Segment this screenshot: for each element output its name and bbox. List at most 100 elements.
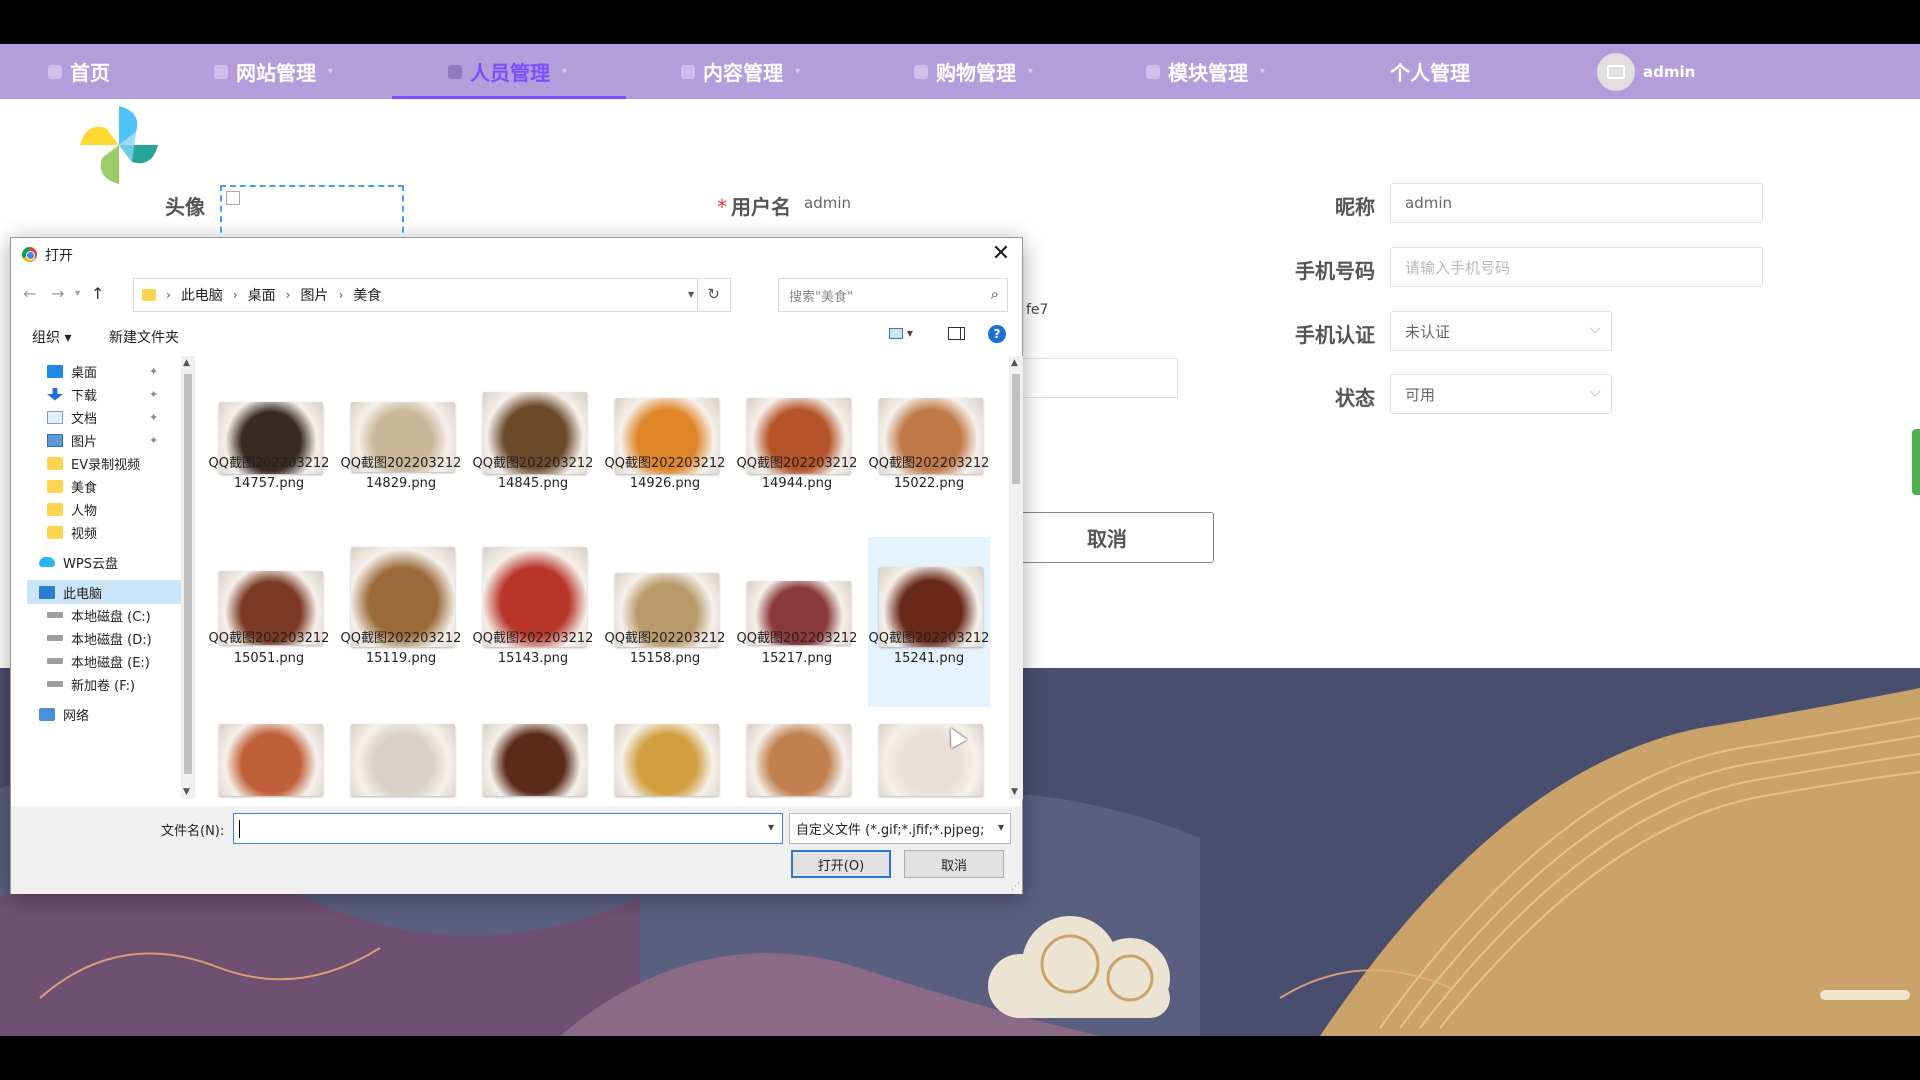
address-bar[interactable]: › 此电脑 › 桌面 › 图片 › 美食 ▾ ↻ xyxy=(133,278,731,312)
breadcrumb-item[interactable]: 图片 xyxy=(300,285,328,305)
tree-item[interactable]: 本地磁盘 (E:) xyxy=(47,649,150,673)
nickname-input[interactable]: admin xyxy=(1390,183,1763,223)
file-item[interactable]: QQ截图20220321215022.png xyxy=(868,362,990,532)
breadcrumb-item[interactable]: 美食 xyxy=(353,285,381,305)
organize-button[interactable]: 组织 ▾ xyxy=(32,327,71,347)
tree-item[interactable]: 本地磁盘 (C:) xyxy=(47,603,151,627)
file-item[interactable] xyxy=(472,712,594,799)
image-thumbnail xyxy=(615,724,719,796)
file-item[interactable] xyxy=(208,712,330,799)
file-list-scrollbar[interactable]: ▲ ▼ xyxy=(1009,356,1023,799)
close-icon[interactable]: ✕ xyxy=(986,239,1016,267)
file-item[interactable]: QQ截图20220321215143.png xyxy=(472,537,594,707)
breadcrumb-item[interactable]: 桌面 xyxy=(248,285,276,305)
preview-pane-icon[interactable] xyxy=(948,327,965,340)
open-button[interactable]: 打开(O) xyxy=(791,850,891,878)
scroll-down-icon[interactable]: ▼ xyxy=(183,787,190,797)
tree-item[interactable]: 图片 ✦ xyxy=(47,428,158,452)
file-item[interactable]: QQ截图20220321214829.png xyxy=(340,362,462,532)
tree-item[interactable]: WPS云盘 xyxy=(39,550,118,574)
navigation-scrollbar[interactable]: ▲ ▼ xyxy=(181,356,195,799)
nav-item-people[interactable]: 人员管理 ▾ xyxy=(448,44,567,99)
pin-icon: ✦ xyxy=(149,410,159,424)
nav-active-indicator xyxy=(392,96,626,99)
search-input[interactable]: 搜索"美食" ⌕ xyxy=(778,278,1008,312)
disk-icon xyxy=(47,681,63,687)
file-item[interactable]: QQ截图20220321215217.png xyxy=(736,537,858,707)
dialog-titlebar[interactable]: 打开 ✕ xyxy=(11,238,1022,270)
tree-item[interactable]: EV录制视频 xyxy=(47,451,140,475)
file-item[interactable]: QQ截图20220321215051.png xyxy=(208,537,330,707)
broken-image-icon xyxy=(226,191,240,205)
file-item[interactable]: QQ截图20220321214926.png xyxy=(604,362,726,532)
nav-item-site[interactable]: 网站管理 ▾ xyxy=(214,44,333,99)
breadcrumb-item[interactable]: 此电脑 xyxy=(181,285,223,305)
file-item[interactable]: QQ截图20220321214944.png xyxy=(736,362,858,532)
nav-item-home[interactable]: 首页 xyxy=(48,44,110,99)
scroll-up-icon[interactable]: ▲ xyxy=(183,358,190,368)
cancel-button[interactable]: 取消 xyxy=(1000,512,1214,563)
file-type-select[interactable]: 自定义文件 (*.gif;*.jfif;*.pjpeg; ▾ xyxy=(789,813,1011,844)
nav-item-personal[interactable]: 个人管理 xyxy=(1390,44,1470,99)
nav-item-module[interactable]: 模块管理 ▾ xyxy=(1146,44,1265,99)
file-list: QQ截图20220321214757.png QQ截图20220321214829… xyxy=(199,356,1019,799)
file-item[interactable] xyxy=(604,712,726,799)
tree-item-label: 下载 xyxy=(71,388,98,404)
filename-label: 文件名(N): xyxy=(161,824,225,839)
tree-item[interactable]: 网络 xyxy=(39,702,89,726)
scrollbar-thumb[interactable] xyxy=(184,374,192,774)
file-item[interactable]: QQ截图20220321215158.png xyxy=(604,537,726,707)
file-name: QQ截图20220321215022.png xyxy=(868,456,990,491)
scroll-up-icon[interactable]: ▲ xyxy=(1011,358,1018,368)
home-icon xyxy=(48,64,62,79)
file-item[interactable]: QQ截图20220321214757.png xyxy=(208,362,330,532)
file-item[interactable]: QQ截图20220321215119.png xyxy=(340,537,462,707)
scroll-down-icon[interactable]: ▼ xyxy=(1011,787,1018,797)
file-name: QQ截图20220321215051.png xyxy=(208,631,330,666)
chevron-down-icon: ▾ xyxy=(795,66,801,77)
chevron-down-icon[interactable]: ▾ xyxy=(768,820,774,834)
nav-item-shop[interactable]: 购物管理 ▾ xyxy=(914,44,1033,99)
resize-grip-icon[interactable]: ⋰ xyxy=(1011,882,1020,892)
file-name: QQ截图20220321214926.png xyxy=(604,456,726,491)
phone-verify-select[interactable]: 未认证 xyxy=(1390,311,1612,351)
file-item[interactable] xyxy=(340,712,462,799)
tree-item[interactable]: 此电脑 xyxy=(27,580,181,604)
tree-item[interactable]: 视频 xyxy=(47,520,97,544)
refresh-icon[interactable]: ↻ xyxy=(707,285,720,303)
phone-input[interactable]: 请输入手机号码 xyxy=(1390,247,1763,287)
forward-arrow-icon[interactable]: → xyxy=(51,284,64,303)
disk-icon xyxy=(47,635,63,641)
file-item[interactable] xyxy=(868,712,990,799)
partial-input[interactable] xyxy=(1000,358,1178,398)
tree-item[interactable]: 桌面 ✦ xyxy=(47,359,158,383)
search-icon: ⌕ xyxy=(990,285,999,303)
help-icon[interactable]: ? xyxy=(988,325,1006,343)
avatar-upload[interactable] xyxy=(220,185,404,243)
nav-user-menu[interactable]: admin xyxy=(1597,44,1695,99)
nav-item-content[interactable]: 内容管理 ▾ xyxy=(681,44,800,99)
tree-item[interactable]: 下载 ✦ xyxy=(47,382,158,406)
chevron-down-icon[interactable]: ▾ xyxy=(688,287,694,301)
back-arrow-icon[interactable]: ← xyxy=(23,284,36,303)
file-item[interactable]: QQ截图20220321215241.png xyxy=(868,537,990,707)
tree-item[interactable]: 美食 xyxy=(47,474,97,498)
side-tab[interactable] xyxy=(1912,429,1920,495)
chrome-icon xyxy=(22,247,37,262)
file-name: QQ截图20220321215241.png xyxy=(868,631,990,666)
filename-input[interactable]: ▾ xyxy=(233,813,783,844)
status-select[interactable]: 可用 xyxy=(1390,374,1612,414)
tree-item[interactable]: 新加卷 (F:) xyxy=(47,672,135,696)
scrollbar-thumb[interactable] xyxy=(1012,374,1020,484)
up-arrow-icon[interactable]: ↑ xyxy=(91,284,104,303)
tree-item[interactable]: 文档 ✦ xyxy=(47,405,158,429)
tree-item[interactable]: 人物 xyxy=(47,497,97,521)
view-options-button[interactable]: ▾ xyxy=(889,326,925,344)
screen-border xyxy=(0,1036,1920,1080)
file-item[interactable]: QQ截图20220321214845.png xyxy=(472,362,594,532)
tree-item[interactable]: 本地磁盘 (D:) xyxy=(47,626,152,650)
dialog-cancel-button[interactable]: 取消 xyxy=(904,850,1004,878)
new-folder-button[interactable]: 新建文件夹 xyxy=(109,327,179,347)
file-item[interactable] xyxy=(736,712,858,799)
recent-dropdown-icon[interactable]: ▾ xyxy=(75,288,80,299)
